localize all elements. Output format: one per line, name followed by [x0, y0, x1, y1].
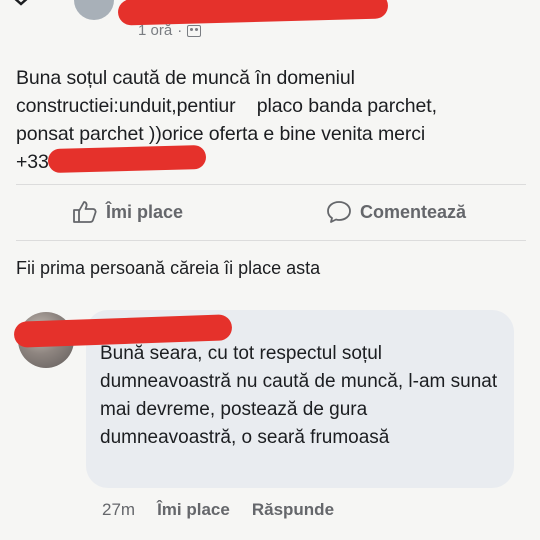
comment-time[interactable]: 27m — [102, 500, 135, 520]
like-label: Îmi place — [106, 201, 184, 222]
comment-actions: 27m Îmi place Răspunde — [102, 500, 334, 520]
reactions-summary[interactable]: Fii prima persoană căreia îi place asta — [16, 258, 320, 279]
comment-button[interactable]: Comentează — [326, 200, 466, 224]
post-time[interactable]: 1 oră — [138, 22, 172, 39]
like-button[interactable]: Îmi place — [72, 200, 183, 224]
thumbs-up-icon — [73, 201, 97, 223]
more-options-icon[interactable] — [10, 0, 32, 8]
dot-icon — [508, 0, 522, 6]
divider — [16, 184, 526, 185]
divider — [16, 240, 526, 241]
comment-reply-button[interactable]: Răspunde — [252, 500, 334, 520]
friends-icon — [187, 24, 202, 37]
avatar[interactable] — [74, 0, 114, 20]
redaction-mark — [47, 144, 207, 174]
post-meta: 1 oră · — [138, 22, 202, 39]
comment-label: Comentează — [360, 201, 467, 222]
meta-separator: · — [177, 22, 183, 39]
comment-text: Bună seara, cu tot respectul soțul dumne… — [100, 343, 498, 448]
comment-like-button[interactable]: Îmi place — [157, 500, 230, 520]
comment-icon — [327, 201, 351, 223]
